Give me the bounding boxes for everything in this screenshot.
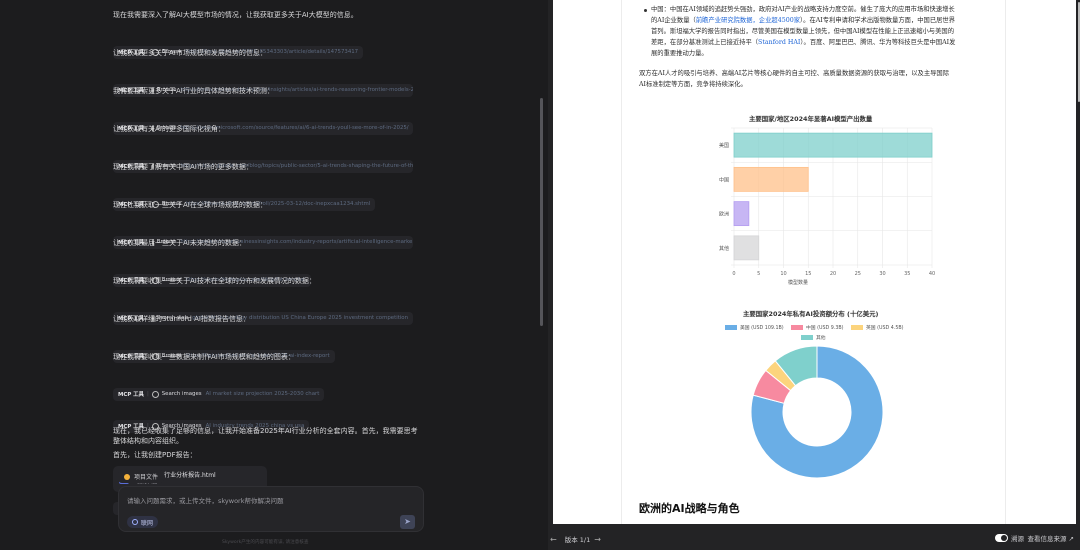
bullet-line-1: 中国在AI领域的追赶势头强劲，政府对AI产业的战略支持力度空前。催生了庞大的应用… [669, 6, 955, 13]
prev-version-icon[interactable]: ← [550, 535, 557, 544]
x-tick-label: 10 [780, 271, 786, 277]
x-tick-label: 40 [929, 271, 935, 277]
assistant-message: 现在，我已经收集了足够的信息，让我开始准备2025年AI行业分析的全套内容。首先… [113, 427, 418, 435]
x-axis-label: 模型数量 [788, 279, 808, 286]
send-button[interactable]: ➤ [400, 515, 415, 529]
x-tick-label: 0 [732, 271, 735, 277]
legend-label: 其他 [816, 334, 826, 341]
bar-2 [733, 201, 750, 227]
bullet-line-2a: 的AI企业数量（ [651, 17, 696, 24]
project-files-label: 项目文件 [134, 474, 159, 481]
x-tick-label: 20 [830, 271, 836, 277]
donut-chart-title: 主要国家2024年私有AI投资额分布 (十亿美元) [743, 310, 879, 318]
next-version-icon[interactable]: → [594, 535, 601, 544]
web-search-toggle[interactable]: 联网 [127, 516, 159, 528]
chat-feed: 现在我需要深入了解AI大模型市场的情况，让我获取更多关于AI大模型的信息。 MCP… [113, 6, 433, 515]
input-placeholder: 请输入问题需求，或上传文件，skywork帮你解决问题 [127, 497, 284, 505]
globe-icon [132, 519, 138, 525]
separator: | [146, 391, 149, 397]
mcp-tool-label: MCP 工具 [118, 392, 144, 398]
bullet-line-3: 首列。斯坦福大学的报告同时指出，尽管美国在模型数量上领先，但中国AI模型在性能上… [651, 28, 954, 35]
page-margin-left [621, 0, 622, 524]
para-line-2: AI标准制定等方面，竞争将持续深化。 [639, 81, 747, 88]
document-page: 中国：中国在AI领域的追赶势头强劲，政府对AI产业的战略支持力度空前。催生了庞大… [553, 0, 1076, 524]
china-bullet-label: 中国： [651, 6, 670, 13]
app-root: 现在我需要深入了解AI大模型市场的情况，让我获取更多关于AI大模型的信息。 MCP… [0, 0, 1080, 550]
chat-panel: 现在我需要深入了解AI大模型市场的情况，让我获取更多关于AI大模型的信息。 MCP… [0, 0, 548, 550]
source-label: 溯源 [1011, 535, 1024, 543]
project-files-chip[interactable]: 项目文件 [118, 470, 165, 483]
legend-swatch [851, 325, 863, 330]
assistant-message: 首先，让我创建PDF报告： [113, 451, 197, 459]
legend-label: 英国 (USD 4.5B) [866, 324, 904, 331]
x-tick-label: 15 [805, 271, 811, 277]
bullet-line-5: 展的重要推动力量。 [651, 50, 708, 57]
chat-entry: 现在我需要收集一些关于AI技术在全球的分布和发展情况的数据： MCP 工具 | Sea… [113, 276, 433, 325]
tool-action-label: Search images [161, 391, 202, 397]
assistant-message: 现在我需要深入了解AI大模型市场的情况，让我获取更多关于AI大模型的信息。 [113, 11, 358, 19]
y-category-label: 欧洲 [719, 211, 729, 218]
competition-paragraph: 双方在AI人才的吸引与培养、高端AI芯片等核心硬件的自主可控、高质量数据资源的获… [639, 68, 1001, 90]
chat-entry: 现在我需要收集一些数据来制作AI市场规模和趋势的图表： MCP 工具 | Search… [113, 352, 433, 401]
assistant-message: 整体结构和内容组织。 [113, 437, 183, 445]
view-sources-label: 查看信息来源 [1027, 535, 1067, 543]
source-toggle[interactable] [995, 534, 1008, 542]
view-sources-link[interactable]: 查看信息来源 ↗ [1027, 533, 1074, 543]
para-line-1: 双方在AI人才的吸引与培养、高端AI芯片等核心硬件的自主可控、高质量数据资源的获… [639, 70, 950, 77]
search-icon [151, 390, 159, 398]
bullet-line-2b: ）。在AI专利申请和学术出版物数量方面，中国已居世界 [800, 17, 956, 24]
x-tick-label: 35 [904, 271, 910, 277]
section-heading: 欧洲的AI战略与角色 [639, 502, 740, 515]
legend-swatch [725, 325, 737, 330]
chat-input[interactable]: 请输入问题需求，或上传文件，skywork帮你解决问题 联网 ➤ [118, 486, 424, 532]
version-label: 版本 1/1 [564, 536, 591, 544]
x-tick-label: 25 [855, 271, 861, 277]
chat-entry: 现在我需要深入了解AI大模型市场的情况，让我获取更多关于AI大模型的信息。 MCP… [113, 10, 433, 59]
y-category-label: 其他 [719, 245, 729, 252]
bar-1 [733, 166, 809, 192]
chat-scrollbar[interactable] [540, 98, 543, 326]
web-search-label: 联网 [141, 519, 154, 527]
y-category-label: 美国 [719, 142, 729, 149]
x-tick-label: 5 [757, 271, 760, 277]
legend-swatch [791, 325, 803, 330]
assistant-message: 现在我需要收集一些关于AI技术在全球的分布和发展情况的数据： [113, 277, 316, 285]
source-link-stanford[interactable]: Stanford HAI [758, 39, 800, 46]
donut-chart: 美国 (USD 109.1B) 中国 (USD 9.3B) 英国 (USD 4.5B… [725, 324, 904, 479]
source-link-qianzhan[interactable]: 前瞻产业研究院数据，企业超4500家 [696, 17, 800, 24]
disclaimer: Skywork产生的内容可能有误, 请注意核查 [222, 540, 309, 545]
folder-icon [124, 473, 130, 480]
bullet-line-4a: 差距，在部分基准测试上已接近持平（ [651, 39, 759, 46]
legend-label: 美国 (USD 109.1B) [740, 324, 784, 331]
page-margin-right [1005, 0, 1006, 524]
x-tick-label: 30 [879, 271, 885, 277]
bar-0 [733, 132, 933, 158]
china-bullet-paragraph: 中国：中国在AI领域的追赶势头强劲，政府对AI产业的战略支持力度空前。催生了庞大… [651, 4, 1001, 59]
bar-3 [733, 235, 760, 261]
tool-target: AI market size projection 2025-2030 char… [205, 391, 320, 397]
tool-call-chip[interactable]: MCP 工具 | Search images AI market size proje… [113, 387, 325, 401]
bullet-dot [644, 9, 647, 12]
bullet-line-4b: ）。百度、阿里巴巴、腾讯、华为等科技巨头是中国AI发 [800, 39, 956, 46]
assistant-message: 现在我需要收集一些数据来制作AI市场规模和趋势的图表： [113, 353, 295, 361]
document-preview-panel: 中国：中国在AI领域的追赶势头强劲，政府对AI产业的战略支持力度空前。催生了庞大… [548, 0, 1080, 550]
y-category-label: 中国 [719, 176, 729, 183]
bar-chart: 0 5 10 15 20 25 30 35 40 美国中国欧洲其他模型数量 [719, 127, 935, 286]
legend-swatch [801, 335, 813, 340]
legend-label: 中国 (USD 9.3B) [806, 324, 844, 331]
bottom-bar: ← 版本 1/1 → 溯源 查看信息来源 ↗ [548, 528, 1080, 550]
